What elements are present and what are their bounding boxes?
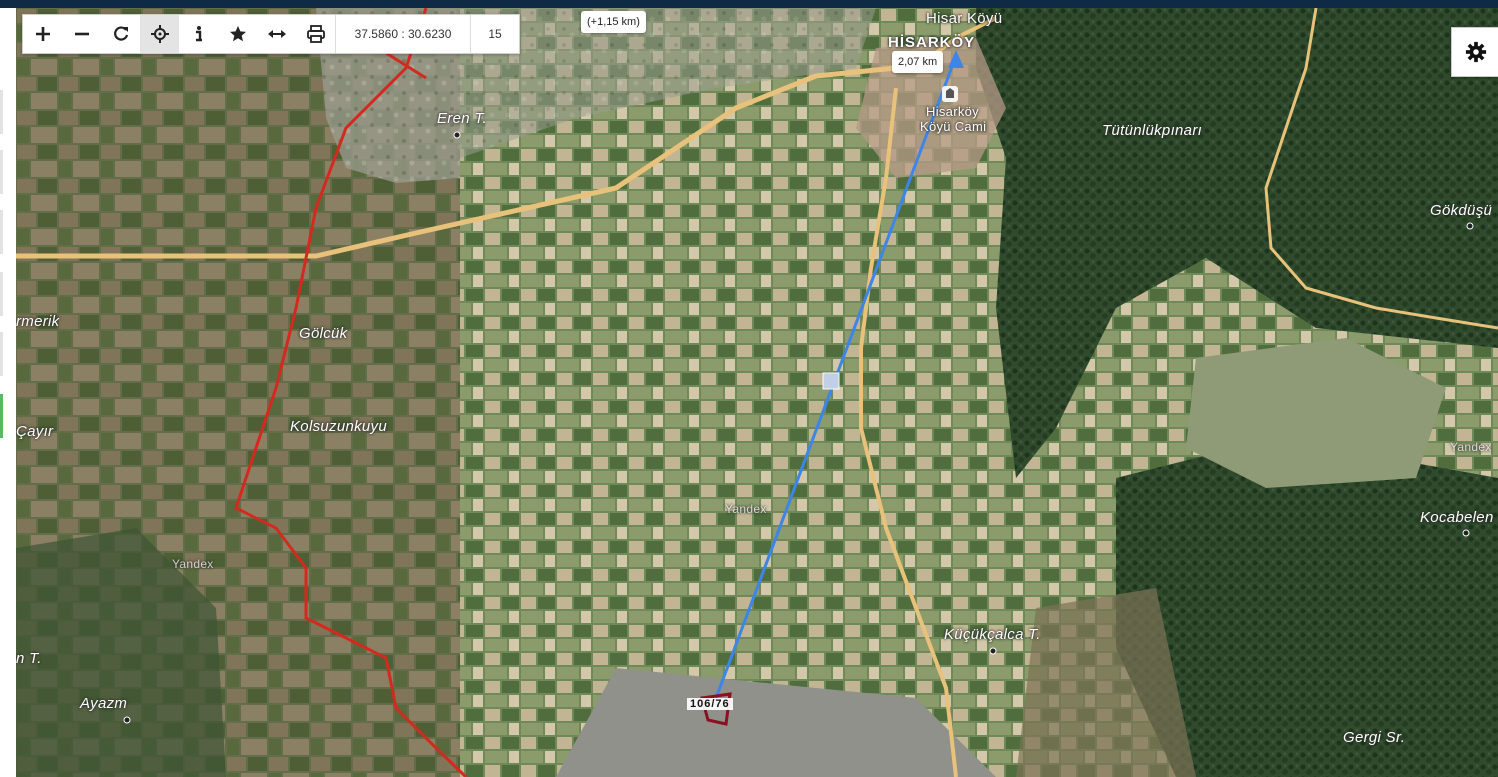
measure-button[interactable]: [257, 15, 296, 53]
satellite-map[interactable]: Hisar Köyü HİSARKÖY Hisarköy Köyü Cami E…: [16, 8, 1498, 777]
info-icon: [195, 26, 202, 42]
place-kocabelen: Kocabelen: [1420, 509, 1494, 526]
measure-midpoint-handle[interactable]: [822, 372, 840, 390]
plus-icon: [35, 27, 50, 41]
settings-button[interactable]: [1451, 27, 1498, 77]
place-kucukcalca: Küçükçalca T.: [944, 626, 1041, 643]
info-button[interactable]: [179, 15, 218, 53]
distance-label: 2,07 km: [892, 51, 944, 73]
crosshair-icon: [150, 25, 169, 43]
place-gergi: Gergi Sr.: [1343, 729, 1406, 746]
left-panel-tab[interactable]: [0, 90, 3, 134]
left-panel-tab[interactable]: [0, 210, 3, 254]
place-germerik: rmerik: [16, 313, 60, 330]
place-yandex-left: Yandex: [172, 557, 214, 571]
place-eren: Eren T.: [437, 110, 487, 127]
place-ayazm: Ayazm: [80, 695, 128, 712]
locate-button[interactable]: [140, 15, 179, 53]
map-toolbar: 37.5860 : 30.6230 15: [22, 14, 520, 54]
zoom-level-readout: 15: [488, 27, 502, 41]
place-yandex-right: Yandex: [1450, 440, 1492, 454]
place-yandex-mid: Yandex: [725, 502, 767, 516]
place-hisarkoy: HİSARKÖY: [888, 34, 976, 51]
coordinates-readout: 37.5860 : 30.6230: [335, 15, 471, 53]
gear-icon: [1465, 41, 1486, 63]
zoom-in-button[interactable]: [23, 15, 62, 53]
place-cayir: Çayır: [16, 423, 54, 440]
favorite-button[interactable]: [218, 15, 257, 53]
left-panel-tab-active[interactable]: [0, 394, 3, 438]
printer-icon: [306, 25, 325, 43]
zoom-out-button[interactable]: [62, 15, 101, 53]
minus-icon: [74, 32, 89, 36]
place-gokdus: Gökdüşü: [1430, 202, 1493, 219]
parcel-label: 106/76: [687, 698, 733, 710]
place-tutunlukpinari: Tütünlükpınarı: [1102, 122, 1203, 139]
place-golcuk: Gölcük: [299, 325, 348, 342]
place-kolsuzunkuyu: Kolsuzunkuyu: [290, 418, 387, 435]
map-imagery: [16, 8, 1498, 777]
refresh-button[interactable]: [101, 15, 140, 53]
place-hisarkoy-mosque-1: Hisarköy: [926, 104, 979, 119]
left-panel-tab[interactable]: [0, 272, 3, 316]
top-bar: [0, 0, 1498, 8]
refresh-icon: [113, 26, 128, 41]
extra-distance-label: (+1,15 km): [581, 11, 646, 33]
star-icon: [229, 26, 246, 42]
place-hisar-koyu: Hisar Köyü: [926, 10, 1003, 27]
left-side-panel: [0, 8, 17, 777]
left-panel-tab[interactable]: [0, 332, 3, 376]
left-panel-tab[interactable]: [0, 150, 3, 194]
print-button[interactable]: [296, 15, 335, 53]
place-n-t: n T.: [16, 650, 42, 667]
horizontal-arrows-icon: [267, 30, 286, 38]
place-hisarkoy-mosque-2: Köyü Cami: [920, 119, 987, 134]
